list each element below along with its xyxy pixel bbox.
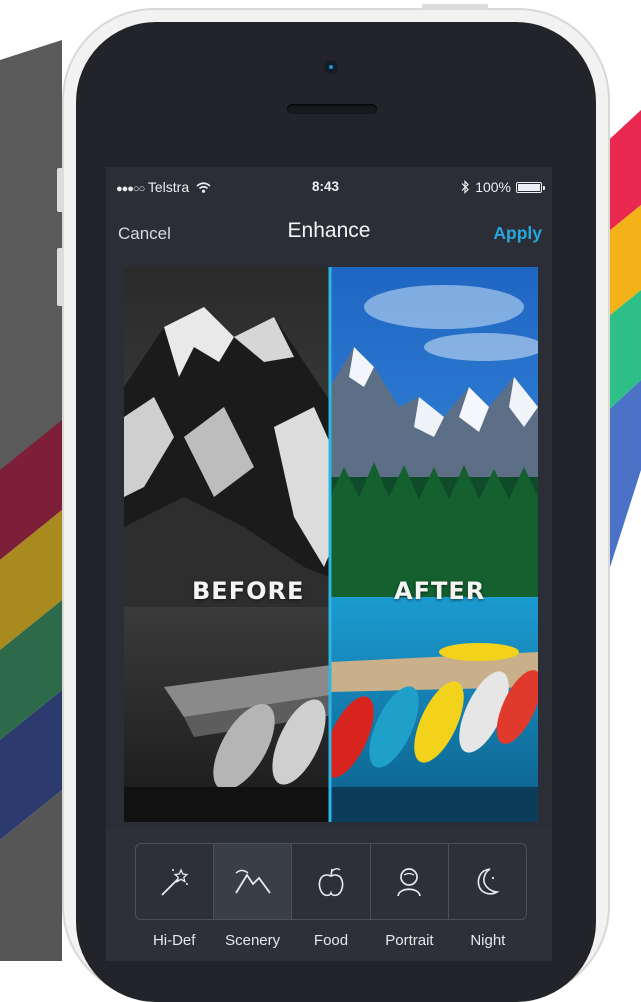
mountains-icon: [235, 869, 271, 894]
after-label: AFTER: [394, 577, 486, 605]
preview-image: [124, 267, 538, 822]
earpiece-speaker: [287, 104, 377, 114]
scenery-button[interactable]: [214, 844, 293, 919]
tool-labels: Hi-Def Scenery Food Portrait Night: [135, 932, 527, 949]
apply-button[interactable]: Apply: [493, 223, 542, 244]
power-button: [422, 4, 488, 10]
food-button[interactable]: [292, 844, 371, 919]
enhance-toolbar: Hi-Def Scenery Food Portrait Night: [106, 829, 552, 961]
tool-label-scenery: Scenery: [225, 932, 281, 949]
volume-up-button: [57, 168, 64, 212]
hi-def-button[interactable]: [136, 844, 215, 919]
night-button[interactable]: [449, 844, 526, 919]
carrier-name: Telstra: [147, 179, 190, 195]
wifi-icon: [196, 182, 211, 193]
magic-wand-icon: [160, 867, 189, 896]
moon-icon: [478, 867, 500, 895]
navigation-bar: Cancel Enhance Apply: [106, 207, 552, 259]
page-title: Enhance: [287, 219, 371, 242]
bluetooth-icon: [461, 180, 470, 194]
tool-label-food: Food: [313, 932, 349, 949]
before-label: BEFORE: [192, 577, 305, 605]
tool-buttons: [135, 843, 527, 920]
tool-label-hi-def: Hi-Def: [152, 932, 196, 949]
battery-percent: 100%: [475, 179, 511, 195]
status-bar: ●●●○○ Telstra 8:43 100%: [106, 167, 552, 207]
tool-label-portrait: Portrait: [385, 932, 434, 949]
signal-dots-icon: ●●●○○: [116, 183, 145, 195]
portrait-button[interactable]: [371, 844, 449, 919]
status-time: 8:43: [312, 179, 340, 194]
fruit-icon: [318, 867, 344, 896]
front-camera: [326, 62, 336, 72]
app-screen: ●●●○○ Telstra 8:43 100% Cancel Enhance A…: [106, 167, 552, 961]
battery-icon: [516, 181, 545, 193]
status-right: 100%: [461, 179, 545, 195]
tool-label-night: Night: [470, 932, 506, 949]
status-left: ●●●○○ Telstra: [116, 179, 211, 195]
portrait-icon: [397, 867, 422, 896]
before-after-preview[interactable]: BEFORE AFTER: [124, 267, 538, 822]
volume-down-button: [57, 248, 64, 306]
